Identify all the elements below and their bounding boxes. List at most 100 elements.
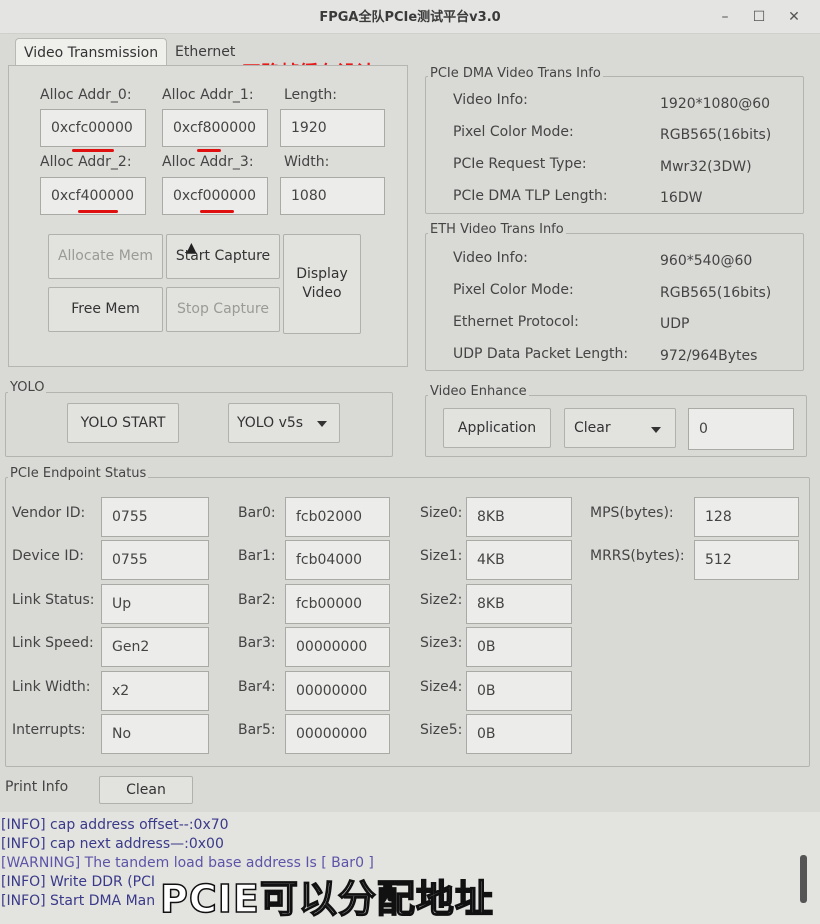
size5-label: Size5:: [420, 722, 463, 738]
eth-value: UDP: [660, 316, 690, 332]
size1-label: Size1:: [420, 548, 463, 564]
log-line: [INFO] cap address offset--:0x70: [1, 817, 229, 833]
eth-value: 960*540@60: [660, 253, 753, 269]
application-button[interactable]: Application: [443, 408, 551, 448]
display-video-label-2: Video: [302, 285, 342, 301]
dropdown-arrow-icon: [317, 421, 327, 427]
pcie-dma-label: Video Info:: [453, 92, 528, 108]
maximize-icon[interactable]: ☐: [750, 8, 768, 26]
bar4-label: Bar4:: [238, 679, 276, 695]
alloc-addr1-field[interactable]: 0xcf800000: [162, 109, 268, 147]
link-width-field[interactable]: x2: [101, 671, 209, 711]
annotation-underline: [72, 149, 114, 152]
pcie-dma-label: PCIe DMA TLP Length:: [453, 188, 608, 204]
size4-field[interactable]: 0B: [466, 671, 572, 711]
log-scrollbar[interactable]: [800, 855, 807, 903]
eth-label: Video Info:: [453, 250, 528, 266]
free-mem-button[interactable]: Free Mem: [48, 287, 163, 332]
alloc-addr2-label: Alloc Addr_2:: [40, 154, 132, 170]
size5-field[interactable]: 0B: [466, 714, 572, 754]
pcie-dma-value: RGB565(16bits): [660, 127, 772, 143]
tab-ethernet[interactable]: Ethernet: [167, 38, 243, 66]
size4-label: Size4:: [420, 679, 463, 695]
device-id-label: Device ID:: [12, 548, 84, 564]
interrupts-label: Interrupts:: [12, 722, 86, 738]
eth-label: UDP Data Packet Length:: [453, 346, 629, 362]
stop-capture-button[interactable]: Stop Capture: [166, 287, 280, 332]
device-id-field[interactable]: 0755: [101, 540, 209, 580]
bar0-label: Bar0:: [238, 505, 276, 521]
allocate-mem-button[interactable]: Allocate Mem: [48, 234, 163, 279]
video-enhance-title: Video Enhance: [428, 384, 529, 399]
size2-label: Size2:: [420, 592, 463, 608]
yolo-title: YOLO: [8, 380, 47, 395]
eth-label: Pixel Color Mode:: [453, 282, 574, 298]
size0-field[interactable]: 8KB: [466, 497, 572, 537]
size2-field[interactable]: 8KB: [466, 584, 572, 624]
log-line: [INFO] Start DMA Man: [1, 893, 156, 909]
window-title: FPGA全队PCIe测试平台v3.0: [319, 10, 501, 25]
width-label: Width:: [284, 154, 330, 170]
vendor-id-label: Vendor ID:: [12, 505, 86, 521]
annotation-underline: [200, 210, 234, 213]
link-width-label: Link Width:: [12, 679, 91, 695]
log-line: [INFO] cap next address—:0x00: [1, 836, 224, 852]
alloc-addr0-label: Alloc Addr_0:: [40, 87, 132, 103]
bar0-field[interactable]: fcb02000: [285, 497, 390, 537]
width-field[interactable]: 1080: [280, 177, 385, 215]
link-speed-label: Link Speed:: [12, 635, 94, 651]
size0-label: Size0:: [420, 505, 463, 521]
print-info-label: Print Info: [5, 779, 69, 795]
eth-value: 972/964Bytes: [660, 348, 758, 364]
annotation-underline: [78, 210, 118, 213]
dropdown-arrow-icon: [651, 427, 661, 433]
mps-label: MPS(bytes):: [590, 505, 674, 521]
bar4-field[interactable]: 00000000: [285, 671, 390, 711]
tab-video-transmission[interactable]: Video Transmission: [15, 38, 168, 66]
mrrs-label: MRRS(bytes):: [590, 548, 685, 564]
mrrs-field[interactable]: 512: [694, 540, 799, 580]
pcie-dma-value: 1920*1080@60: [660, 96, 771, 112]
video-subtitle: PCIE可以分配地址: [159, 876, 494, 922]
pcie-dma-value: 16DW: [660, 190, 703, 206]
yolo-model-value: YOLO v5s: [237, 415, 304, 431]
clean-button[interactable]: Clean: [99, 776, 193, 804]
bar5-field[interactable]: 00000000: [285, 714, 390, 754]
close-icon[interactable]: ✕: [785, 8, 803, 26]
length-label: Length:: [284, 87, 338, 103]
interrupts-field[interactable]: No: [101, 714, 209, 754]
eth-label: Ethernet Protocol:: [453, 314, 579, 330]
bar1-label: Bar1:: [238, 548, 276, 564]
endpoint-title: PCIe Endpoint Status: [8, 466, 149, 481]
bar3-field[interactable]: 00000000: [285, 627, 390, 667]
annotation-underline: [197, 149, 221, 152]
vendor-id-field[interactable]: 0755: [101, 497, 209, 537]
display-video-button[interactable]: Display Video: [283, 234, 361, 334]
size3-field[interactable]: 0B: [466, 627, 572, 667]
enhance-value-field[interactable]: 0: [688, 408, 794, 450]
alloc-addr3-label: Alloc Addr_3:: [162, 154, 254, 170]
yolo-start-button[interactable]: YOLO START: [67, 403, 179, 443]
pcie-dma-label: PCIe Request Type:: [453, 156, 587, 172]
link-speed-field[interactable]: Gen2: [101, 627, 209, 667]
enhance-mode-value: Clear: [574, 420, 611, 436]
mps-field[interactable]: 128: [694, 497, 799, 537]
log-line: [INFO] Write DDR (PCI: [1, 874, 156, 890]
bar3-label: Bar3:: [238, 635, 276, 651]
link-status-field[interactable]: Up: [101, 584, 209, 624]
start-capture-button[interactable]: Start Capture: [166, 234, 280, 279]
alloc-addr0-field[interactable]: 0xcfc00000: [40, 109, 146, 147]
alloc-addr1-label: Alloc Addr_1:: [162, 87, 254, 103]
link-status-label: Link Status:: [12, 592, 95, 608]
mouse-cursor-icon: ▲: [186, 240, 197, 256]
pcie-dma-value: Mwr32(3DW): [660, 159, 752, 175]
minimize-icon[interactable]: –: [716, 8, 734, 26]
size3-label: Size3:: [420, 635, 463, 651]
bar1-field[interactable]: fcb04000: [285, 540, 390, 580]
size1-field[interactable]: 4KB: [466, 540, 572, 580]
bar2-field[interactable]: fcb00000: [285, 584, 390, 624]
length-field[interactable]: 1920: [280, 109, 385, 147]
display-video-label-1: Display: [296, 266, 348, 282]
eth-value: RGB565(16bits): [660, 285, 772, 301]
pcie-dma-title: PCIe DMA Video Trans Info: [428, 66, 603, 81]
